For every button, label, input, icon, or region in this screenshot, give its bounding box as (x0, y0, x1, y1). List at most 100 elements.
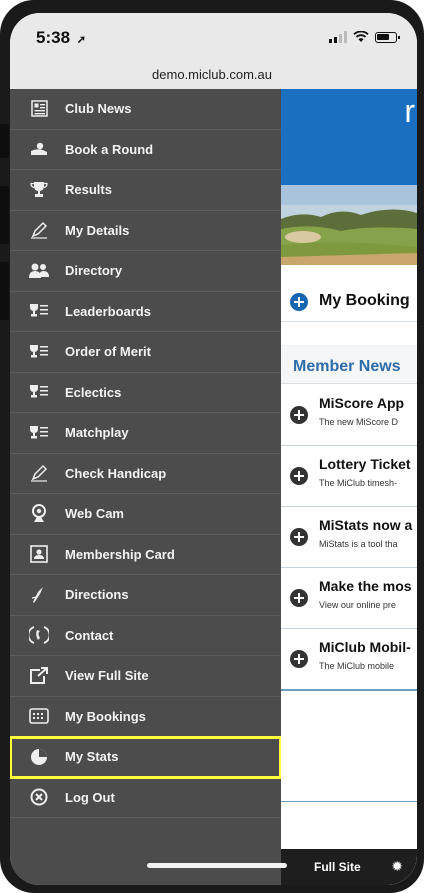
news-title: MiStats now a (319, 517, 413, 533)
menu-label: Matchplay (65, 425, 129, 441)
wifi-icon (353, 31, 369, 42)
menu-label: Eclectics (65, 384, 122, 400)
menu-item-my-stats[interactable]: My Stats (10, 736, 282, 779)
news-item[interactable]: Make the mos View our online pre (281, 568, 417, 629)
gear-icon[interactable]: ✹ (391, 858, 403, 875)
footer-bar: Full Site ✹ (281, 849, 417, 885)
menu-item-matchplay[interactable]: Matchplay (10, 413, 281, 454)
my-bookings-title: My Booking (319, 292, 410, 309)
menu-item-directory[interactable]: Directory (10, 251, 281, 292)
menu-label: My Details (65, 222, 130, 238)
menu-label: View Full Site (65, 668, 149, 684)
expand-plus-icon (290, 528, 308, 546)
member-news-heading: Member News (293, 358, 401, 375)
menu-item-contact[interactable]: Contact (10, 616, 281, 656)
news-item[interactable]: Lottery Ticket The MiClub timesh- (281, 446, 417, 507)
signal-icon (329, 31, 347, 43)
status-time: 5:38 ➚ (36, 28, 86, 48)
menu-item-check-handicap[interactable]: Check Handicap (10, 454, 281, 494)
logout-icon (28, 787, 50, 807)
compass-icon (28, 585, 50, 605)
menu-label: Log Out (65, 789, 115, 805)
menu-label: Leaderboards (65, 303, 151, 319)
menu-label: Contact (65, 627, 114, 643)
news-title: MiScore App (319, 395, 405, 411)
people-icon (28, 261, 50, 281)
screen: 5:38 ➚ demo.miclub.com.au Club News Book… (10, 13, 417, 885)
phone-frame: 5:38 ➚ demo.miclub.com.au Club News Book… (0, 0, 424, 893)
menu-item-membership-card[interactable]: Membership Card (10, 535, 281, 575)
menu-item-results[interactable]: Results (10, 170, 281, 211)
menu-item-view-full-site[interactable]: View Full Site (10, 656, 281, 697)
expand-plus-icon (290, 589, 308, 607)
trophy-list-icon (28, 423, 50, 443)
pencil-icon (28, 463, 50, 483)
menu-item-directions[interactable]: Directions (10, 575, 281, 616)
home-indicator[interactable] (147, 863, 287, 868)
status-bar: 5:38 ➚ demo.miclub.com.au (10, 13, 417, 89)
menu-label: My Stats (65, 749, 119, 765)
news-snippet: The MiClub mobile (319, 661, 395, 671)
menu-label: Membership Card (65, 546, 175, 562)
full-site-link[interactable]: Full Site (314, 860, 361, 874)
menu-label: Order of Merit (65, 344, 151, 360)
menu-item-my-bookings[interactable]: My Bookings (10, 697, 281, 737)
menu-label: My Bookings (65, 708, 146, 724)
phone-icon (28, 625, 50, 645)
menu-item-eclectics[interactable]: Eclectics (10, 373, 281, 413)
page-content: r My Booking Member News MiScore App The… (281, 89, 417, 885)
member-news-header: Member News (281, 345, 417, 384)
news-snippet: MiStats is a tool tha (319, 539, 398, 549)
news-item[interactable]: MiScore App The new MiScore D (281, 385, 417, 446)
news-title: Make the mos (319, 578, 412, 594)
trophy-list-icon (28, 301, 50, 321)
external-link-icon (28, 666, 50, 686)
news-snippet: The MiClub timesh- (319, 478, 398, 488)
menu-item-web-cam[interactable]: Web Cam (10, 494, 281, 535)
time-text: 5:38 (36, 28, 71, 47)
news-snippet: The new MiScore D (319, 417, 399, 427)
trophy-list-icon (28, 382, 50, 402)
menu-label: Club News (65, 101, 132, 117)
menu-label: Results (65, 182, 112, 198)
expand-plus-icon (290, 467, 308, 485)
trophy-icon (28, 180, 50, 200)
location-arrow-icon: ➚ (76, 34, 86, 46)
expand-plus-icon (290, 293, 308, 311)
news-title: Lottery Ticket (319, 456, 411, 472)
menu-item-order-of-merit[interactable]: Order of Merit (10, 332, 281, 373)
url-bar[interactable]: demo.miclub.com.au (10, 67, 272, 82)
menu-label: Directory (65, 263, 123, 279)
news-item[interactable]: MiStats now a MiStats is a tool tha (281, 507, 417, 568)
news-snippet: View our online pre (319, 600, 396, 610)
volume-down-button (0, 262, 9, 320)
menu-label: Web Cam (65, 506, 124, 522)
content-divider (281, 801, 417, 802)
my-bookings-section[interactable]: My Booking (281, 265, 417, 322)
newspaper-icon (28, 99, 50, 119)
menu-item-leaderboards[interactable]: Leaderboards (10, 292, 281, 332)
menu-label: Directions (65, 587, 129, 603)
menu-item-my-details[interactable]: My Details (10, 211, 281, 251)
pie-chart-icon (28, 747, 50, 767)
menu-item-book-a-round[interactable]: Book a Round (10, 130, 281, 170)
banner-logo-text: r (404, 93, 415, 129)
calendar-icon (28, 706, 50, 726)
trophy-list-icon (28, 342, 50, 362)
expand-plus-icon (290, 650, 308, 668)
golf-course-image (281, 185, 417, 265)
menu-item-club-news[interactable]: Club News (10, 89, 281, 130)
status-icons (329, 31, 400, 43)
menu-label: Book a Round (65, 141, 154, 157)
menu-item-log-out[interactable]: Log Out (10, 778, 281, 818)
side-menu: Club News Book a Round Results My Detail… (10, 89, 282, 885)
webcam-icon (28, 503, 50, 524)
pencil-icon (28, 220, 50, 240)
id-card-icon (28, 544, 50, 564)
news-item[interactable]: MiClub Mobil- The MiClub mobile (281, 629, 417, 691)
golf-ball-icon (28, 139, 50, 159)
header-banner: r (281, 89, 417, 185)
volume-up-button (0, 186, 9, 244)
expand-plus-icon (290, 406, 308, 424)
news-title: MiClub Mobil- (319, 639, 411, 655)
